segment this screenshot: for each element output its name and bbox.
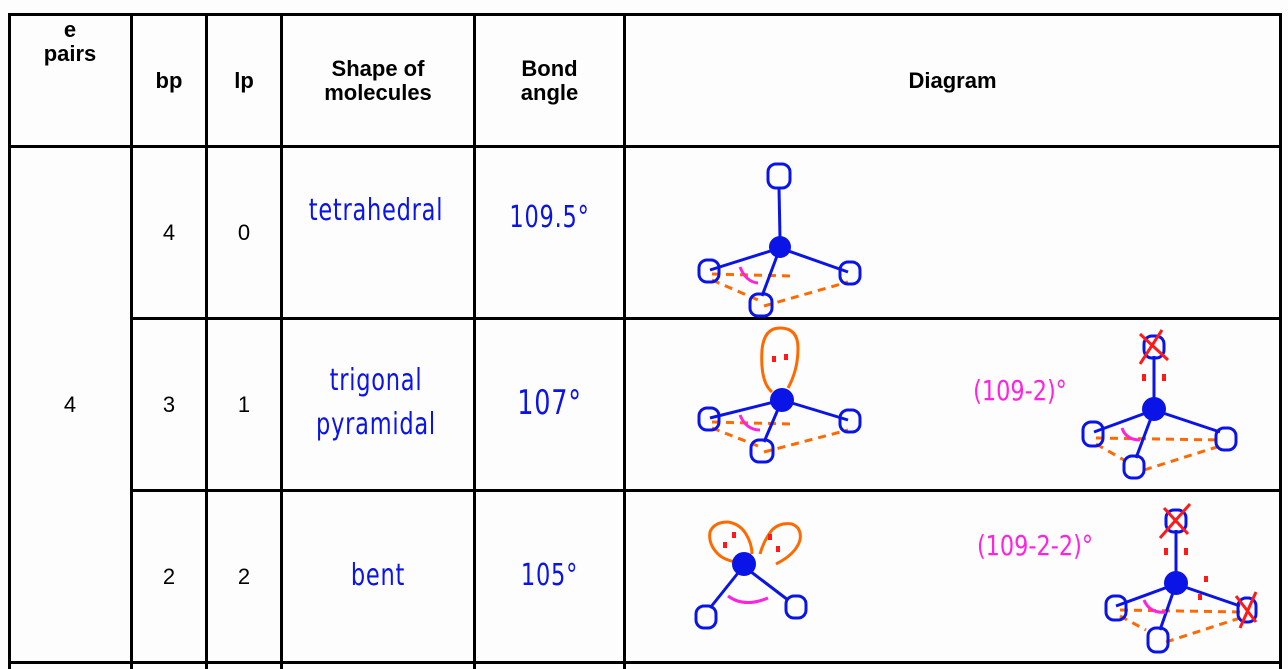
header-lp: lp: [234, 68, 254, 93]
outer-atom: [766, 162, 792, 190]
outer-atom: [784, 594, 808, 620]
header-bond-angle: Bond angle: [476, 16, 623, 146]
row1-bond-angle: 109.5°: [509, 199, 590, 235]
row2-shape-line1: trigonal: [329, 363, 423, 398]
base-dashes: [1095, 436, 1221, 472]
outer-atom: [838, 260, 862, 286]
header-bond-angle-line2: angle: [520, 80, 579, 105]
row2-shape: trigonal pyramidal: [297, 338, 456, 468]
angle-arc-icon: [727, 594, 769, 604]
row3-bond-angle: 105°: [520, 557, 579, 593]
row2-shape-line2: pyramidal: [316, 407, 436, 442]
central-atom: [1164, 571, 1188, 595]
base-dashes: [711, 420, 849, 454]
row3-bp: 2: [162, 564, 176, 589]
base-dashes: [1119, 608, 1241, 644]
outer-atom: [1146, 626, 1170, 654]
row1-shape: tetrahedral: [308, 192, 444, 228]
central-atom: [1142, 397, 1166, 421]
row3-lp: 2: [237, 564, 251, 589]
row1-lp: 0: [237, 220, 251, 245]
bent-diagram: [694, 520, 808, 630]
central-atom: [770, 388, 794, 412]
row1-bp: 4: [162, 220, 176, 245]
central-atom: [769, 236, 791, 258]
base-dashes: [711, 272, 849, 308]
trigonal-pyramidal-derivation-diagram: [1081, 329, 1238, 480]
row2-lp: 1: [237, 392, 251, 417]
header-shape-line1: Shape of: [331, 56, 425, 81]
lone-pair-lobe: [758, 522, 802, 566]
row3-shape: bent: [350, 557, 406, 593]
header-bond-angle-line1: Bond: [521, 56, 578, 81]
header-bp: bp: [155, 68, 183, 93]
row2-bond-angle: 107°: [517, 383, 582, 423]
outer-atom: [1081, 420, 1105, 448]
header-e-pairs-line2: pairs: [43, 41, 97, 66]
bent-derivation-diagram: [1104, 503, 1258, 654]
outer-atom: [1214, 426, 1238, 452]
header-e-pairs: e pairs: [10, 16, 130, 88]
central-atom: [732, 552, 756, 576]
outer-atom: [694, 604, 718, 630]
e-pairs-value: 4: [63, 391, 77, 417]
outer-atom: [1104, 594, 1128, 622]
row2-bp: 3: [162, 392, 176, 417]
lone-pair-electrons: [772, 354, 788, 362]
outer-atom: [1122, 454, 1146, 480]
outer-atom: [697, 406, 721, 432]
header-e-pairs-line1: e: [63, 17, 77, 42]
outer-atom: [697, 258, 721, 284]
header-shape-line2: molecules: [324, 80, 432, 105]
header-diagram: Diagram: [908, 68, 997, 93]
trigonal-pyramidal-diagram: [697, 326, 862, 464]
header-shape: Shape of molecules: [283, 16, 473, 146]
outer-atom: [838, 408, 862, 434]
tetrahedral-diagram: [697, 162, 862, 318]
lone-pair-lobe: [760, 326, 800, 394]
